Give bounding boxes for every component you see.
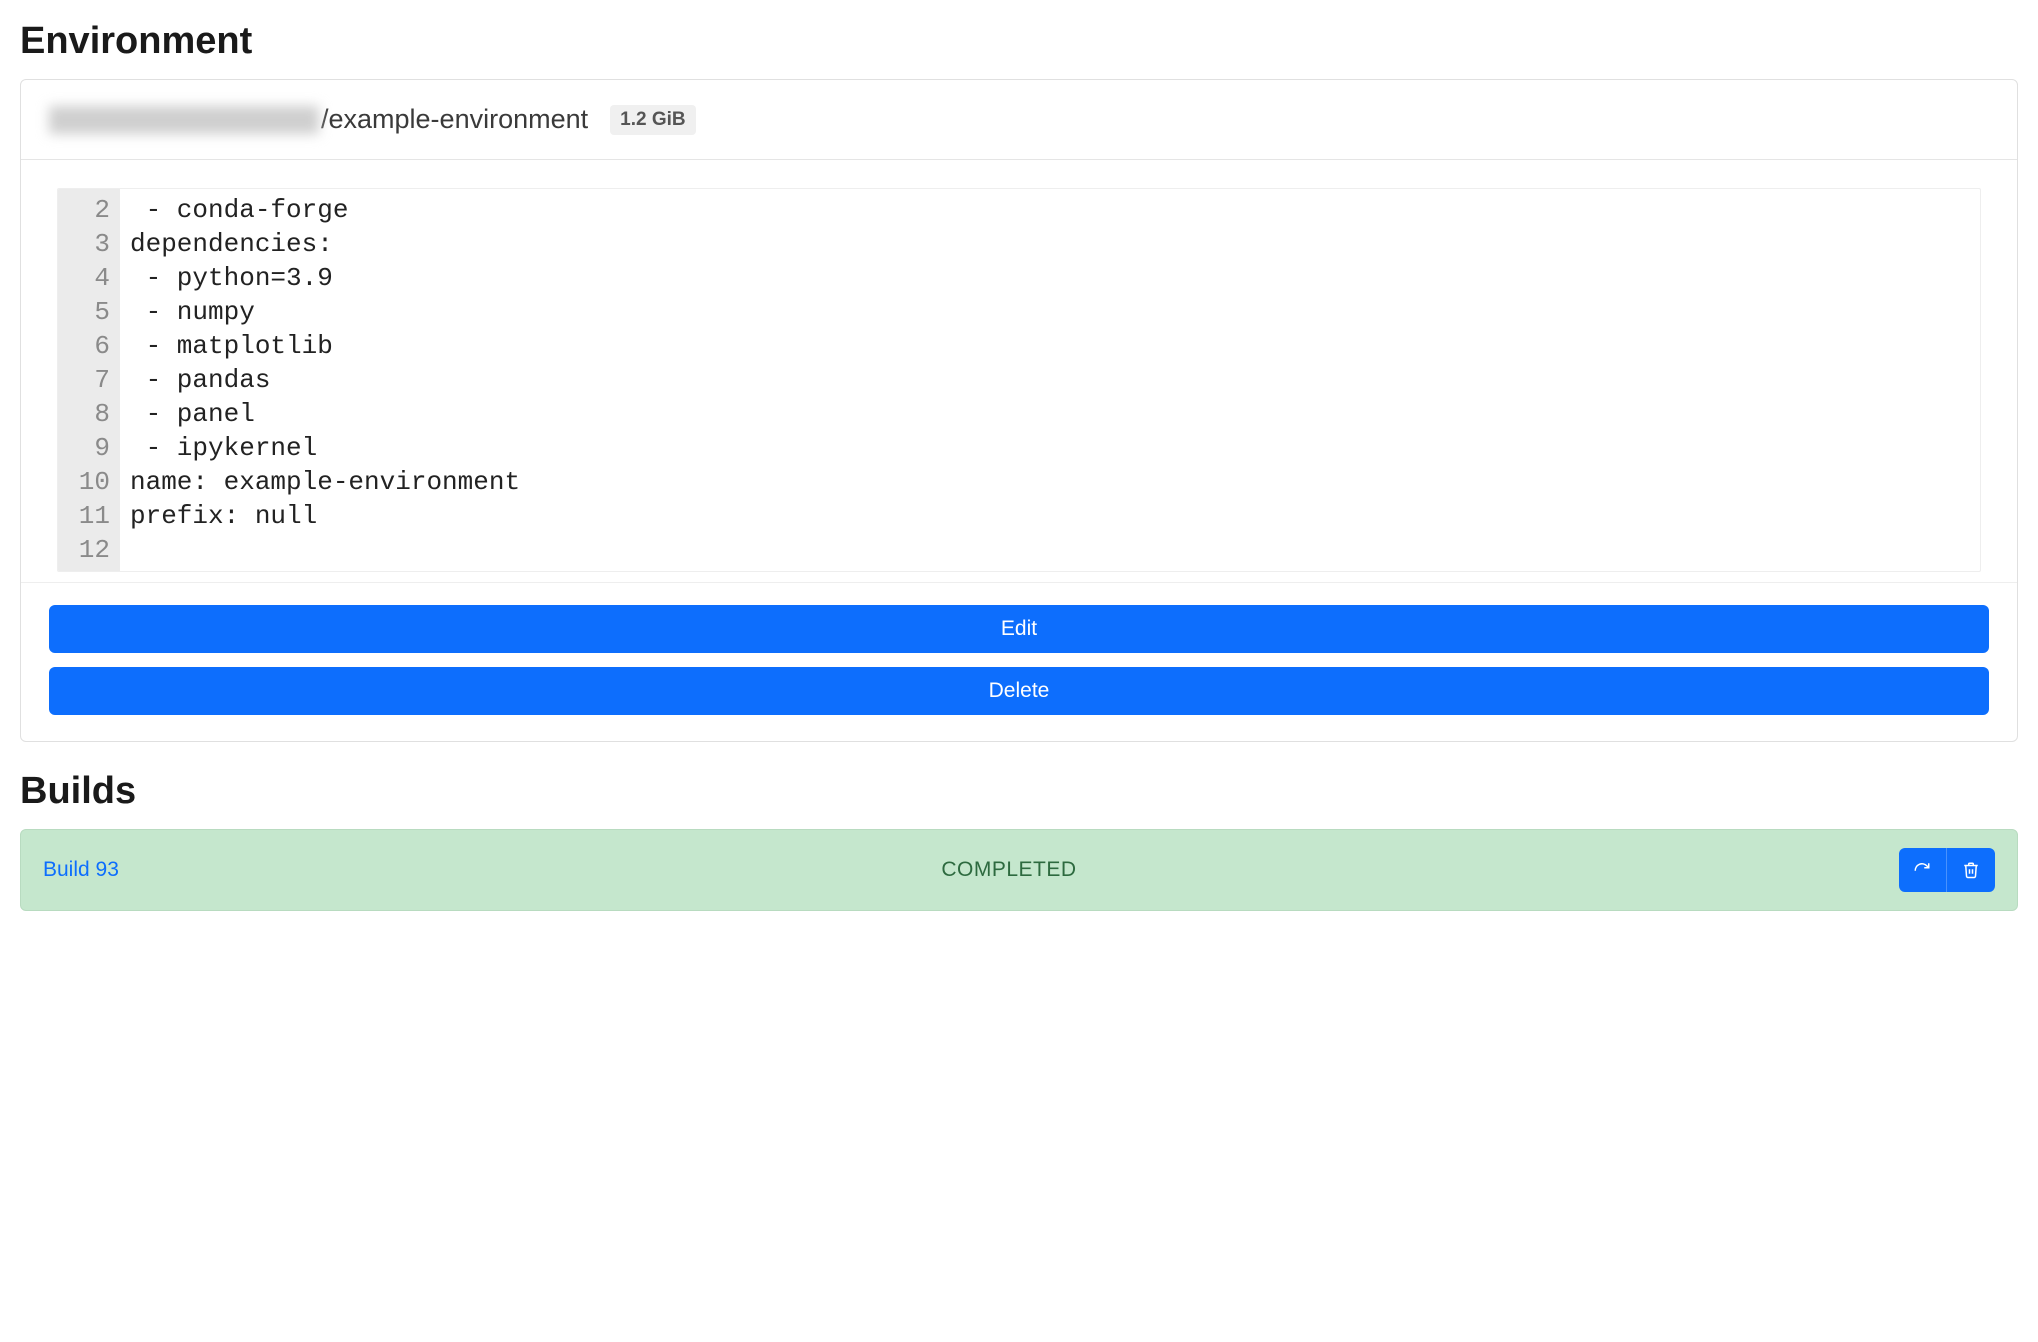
line-number: 9 (72, 431, 110, 465)
line-number: 7 (72, 363, 110, 397)
delete-button[interactable]: Delete (49, 667, 1989, 715)
build-status: COMPLETED (941, 858, 1076, 882)
code-line: - ipykernel (130, 431, 1970, 465)
code-editor[interactable]: 23456789101112 - conda-forgedependencies… (57, 188, 1981, 572)
code-line: dependencies: (130, 227, 1970, 261)
code-line: - pandas (130, 363, 1970, 397)
line-number: 3 (72, 227, 110, 261)
refresh-button[interactable] (1899, 848, 1947, 892)
line-number: 4 (72, 261, 110, 295)
environment-heading: Environment (20, 20, 2018, 63)
environment-path: /example-environment (49, 104, 588, 135)
line-number: 5 (72, 295, 110, 329)
code-gutter: 23456789101112 (58, 189, 120, 571)
code-line: - python=3.9 (130, 261, 1970, 295)
trash-icon (1962, 861, 1980, 879)
build-delete-button[interactable] (1947, 848, 1995, 892)
builds-heading: Builds (20, 770, 2018, 813)
edit-button[interactable]: Edit (49, 605, 1989, 653)
line-number: 12 (72, 533, 110, 567)
line-number: 10 (72, 465, 110, 499)
refresh-icon (1913, 861, 1931, 879)
build-link[interactable]: Build 93 (43, 858, 119, 882)
line-number: 8 (72, 397, 110, 431)
code-line: name: example-environment (130, 465, 1970, 499)
redacted-host (49, 106, 319, 134)
environment-path-suffix: /example-environment (321, 104, 588, 135)
code-line: - conda-forge (130, 193, 1970, 227)
code-line: - numpy (130, 295, 1970, 329)
line-number: 11 (72, 499, 110, 533)
code-line (130, 533, 1970, 567)
code-line: - panel (130, 397, 1970, 431)
code-line: - matplotlib (130, 329, 1970, 363)
build-row: Build 93 COMPLETED (20, 829, 2018, 911)
code-lines: - conda-forgedependencies: - python=3.9 … (120, 189, 1980, 571)
line-number: 6 (72, 329, 110, 363)
code-line: prefix: null (130, 499, 1970, 533)
environment-card: /example-environment 1.2 GiB 23456789101… (20, 79, 2018, 742)
line-number: 2 (72, 193, 110, 227)
code-area: 23456789101112 - conda-forgedependencies… (21, 160, 2017, 582)
environment-card-header: /example-environment 1.2 GiB (21, 80, 2017, 160)
environment-size-badge: 1.2 GiB (610, 105, 695, 135)
build-actions (1899, 848, 1995, 892)
environment-buttons: Edit Delete (21, 582, 2017, 741)
